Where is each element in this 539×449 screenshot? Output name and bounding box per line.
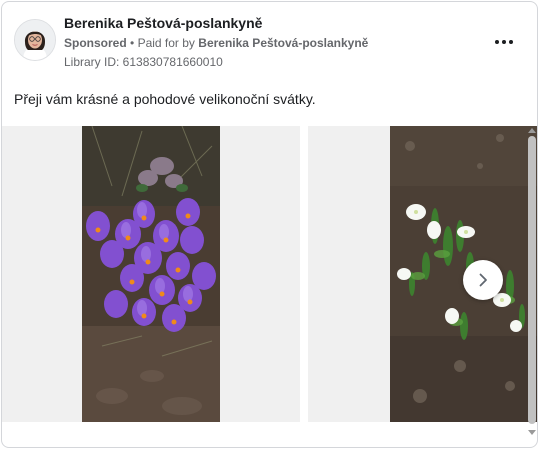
ad-message: Přeji vám krásné a pohodové velikonoční … (14, 91, 316, 107)
vertical-scrollbar[interactable] (526, 126, 537, 437)
chevron-right-icon (479, 273, 487, 287)
ad-card: Berenika Peštová-poslankyně Sponsored • … (1, 1, 538, 448)
advertiser-name[interactable]: Berenika Peštová-poslankyně (64, 15, 262, 31)
scroll-down-arrow-icon[interactable] (528, 430, 536, 435)
paid-for-name: Berenika Peštová-poslankyně (198, 36, 369, 50)
carousel-next-button[interactable] (463, 260, 503, 300)
profile-photo (15, 20, 55, 60)
image-carousel (2, 126, 537, 422)
separator: • (130, 36, 135, 50)
more-options-button[interactable] (492, 30, 516, 54)
crocus-photo (82, 126, 220, 422)
scroll-up-arrow-icon[interactable] (528, 128, 536, 133)
more-options-icon (494, 40, 515, 44)
avatar[interactable] (14, 19, 56, 61)
library-id: Library ID: 613830781660010 (64, 55, 223, 69)
carousel-slide-snowdrop[interactable] (308, 126, 537, 422)
sponsored-label: Sponsored (64, 36, 127, 50)
scroll-thumb[interactable] (528, 136, 536, 424)
sponsored-line: Sponsored • Paid for by Berenika Peštová… (64, 36, 368, 50)
carousel-slide-crocus[interactable] (2, 126, 300, 422)
paid-for-prefix: Paid for by (137, 36, 195, 50)
